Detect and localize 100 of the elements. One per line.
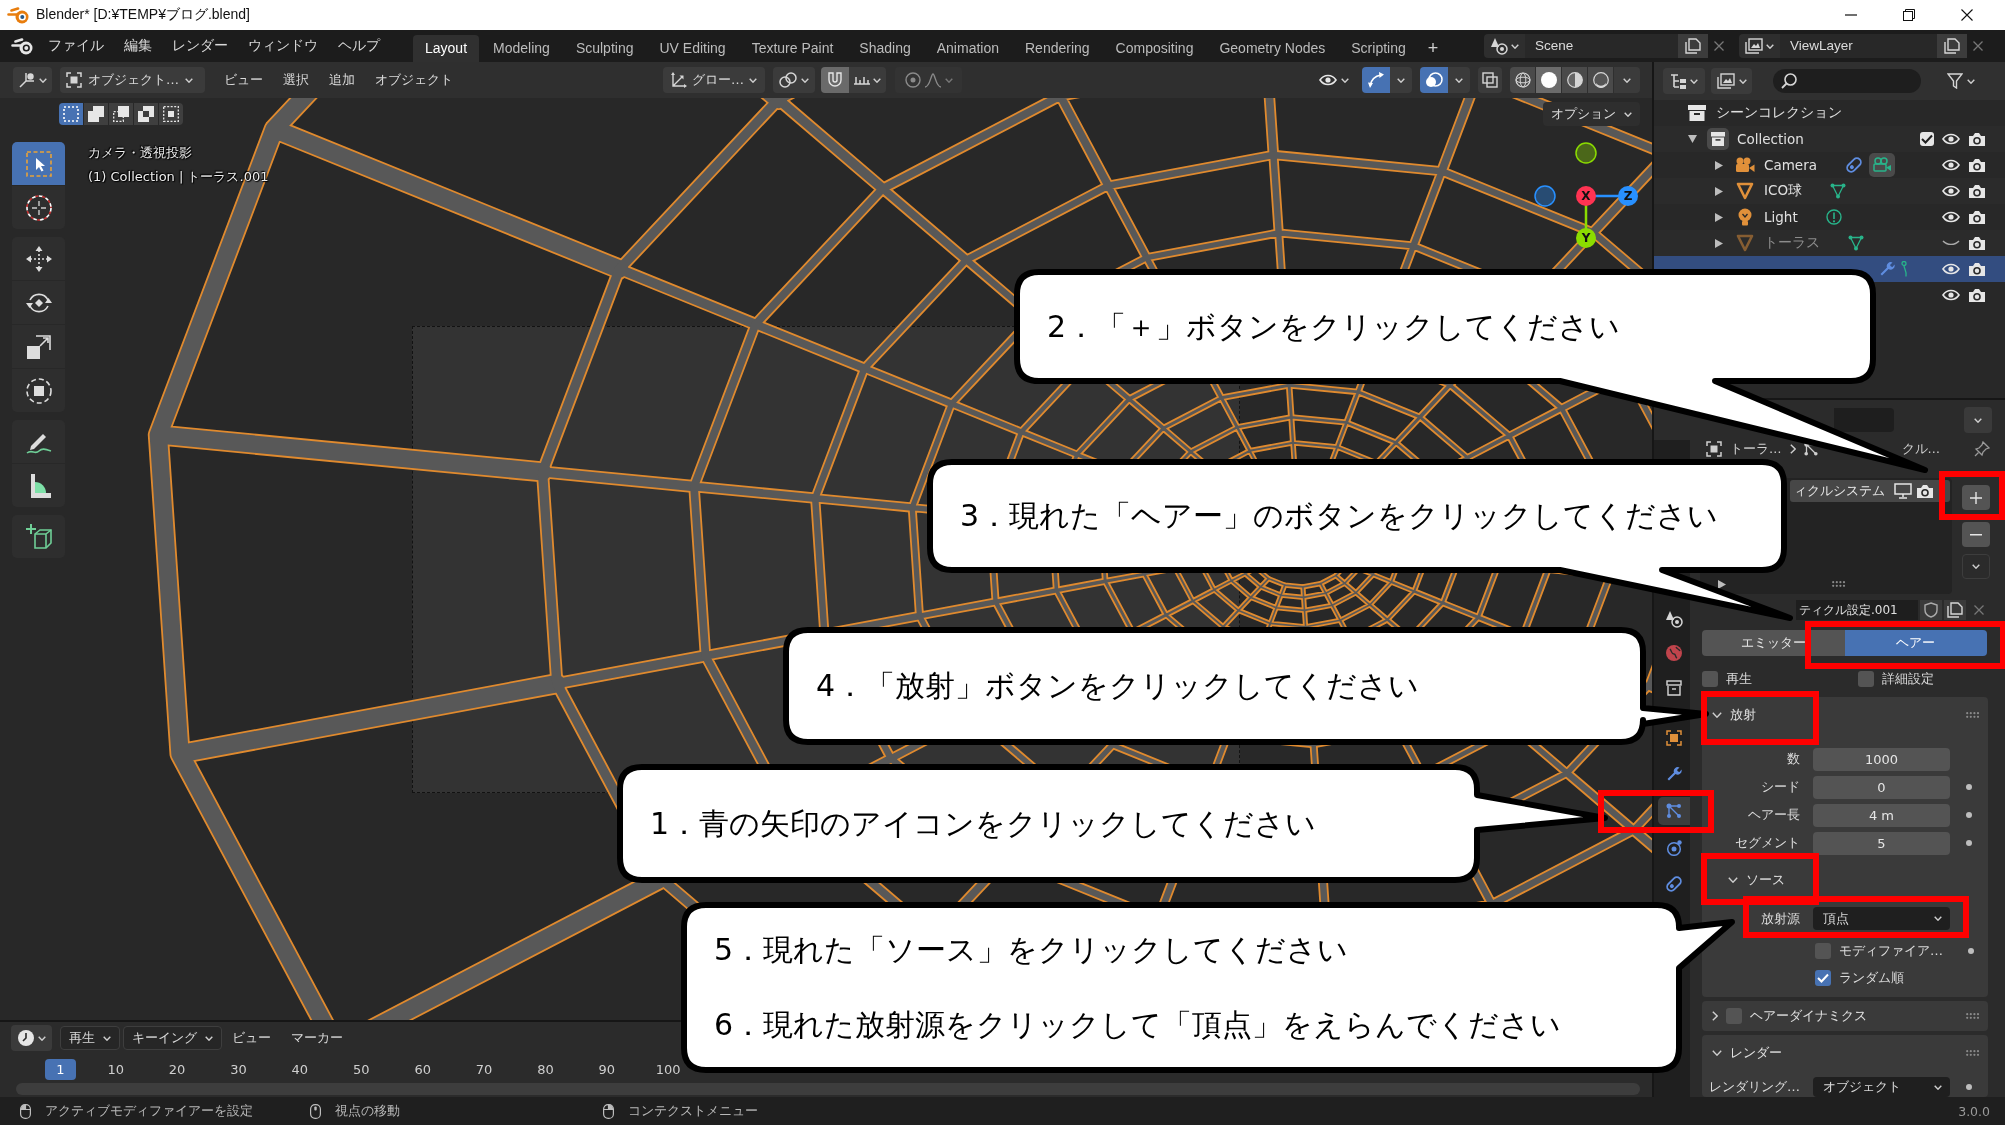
dropdown[interactable]: 頂点 xyxy=(1813,907,1950,930)
wrench-icon[interactable] xyxy=(1879,261,1895,277)
monitor-icon[interactable] xyxy=(1894,483,1912,499)
select-mode-button[interactable] xyxy=(109,103,133,125)
keyframe-dot-icon[interactable] xyxy=(1966,840,1972,846)
camera-icon[interactable] xyxy=(1968,209,1986,225)
checkbox[interactable] xyxy=(1858,671,1874,687)
tool-button[interactable] xyxy=(12,281,65,324)
restore-icon[interactable] xyxy=(1903,9,1915,21)
tool-button[interactable] xyxy=(12,369,65,412)
disclosure-triangle-icon[interactable] xyxy=(1715,238,1723,248)
settings-name-field[interactable]: ティクル設定.001 xyxy=(1796,600,1918,620)
mesh-vertices-icon[interactable] xyxy=(1848,235,1864,251)
workspace-tab[interactable]: Compositing xyxy=(1103,35,1206,62)
scene-browse-button[interactable] xyxy=(1484,34,1525,58)
workspace-tab[interactable]: UV Editing xyxy=(647,35,738,62)
checkbox[interactable] xyxy=(1815,969,1831,986)
tool-button[interactable] xyxy=(12,237,65,280)
camera-icon[interactable] xyxy=(1968,183,1986,199)
eye-icon[interactable] xyxy=(1942,185,1960,197)
grip-icon[interactable] xyxy=(1966,1050,1980,1056)
chevron-down-icon[interactable] xyxy=(1712,1050,1722,1056)
display-mode-dropdown[interactable] xyxy=(1663,68,1705,94)
axis-handle[interactable]: X xyxy=(1576,186,1596,206)
proportional-edit-toggle[interactable] xyxy=(895,67,962,93)
workspace-tab[interactable]: Animation xyxy=(924,35,1011,62)
checkbox[interactable] xyxy=(1920,132,1934,146)
camera-data-icon[interactable] xyxy=(1869,153,1895,177)
menu-item[interactable]: 選択 xyxy=(273,71,319,89)
chevron-right-icon[interactable] xyxy=(1712,1011,1718,1021)
disclosure-triangle-icon[interactable] xyxy=(1715,186,1723,196)
tool-button[interactable] xyxy=(12,515,65,558)
editor-type-button[interactable] xyxy=(13,67,52,93)
mesh-vertices-icon[interactable] xyxy=(1830,183,1847,199)
menu-item[interactable]: 追加 xyxy=(319,71,365,89)
tool-button[interactable] xyxy=(12,420,65,463)
shading-button[interactable] xyxy=(1536,67,1561,93)
camera-icon[interactable] xyxy=(1968,287,1986,303)
tool-button[interactable] xyxy=(12,142,65,185)
snap-target-dropdown[interactable] xyxy=(849,67,886,93)
disclosure-triangle-icon[interactable] xyxy=(1715,160,1723,170)
type-toggle[interactable]: エミッター xyxy=(1702,630,1845,656)
new-workspace-tab[interactable]: + xyxy=(1419,35,1447,62)
menu-item[interactable]: レンダー xyxy=(162,37,238,55)
select-mode-button[interactable] xyxy=(159,103,183,125)
camera-icon[interactable] xyxy=(1968,131,1986,147)
eye-icon[interactable] xyxy=(1942,211,1960,223)
pin-icon[interactable] xyxy=(1974,441,1990,457)
workspace-tab[interactable]: Sculpting xyxy=(563,35,646,62)
shading-button[interactable] xyxy=(1588,67,1613,93)
mode-dropdown[interactable]: オブジェクト… xyxy=(60,67,205,93)
xray-toggle[interactable] xyxy=(1478,67,1502,93)
checkbox[interactable] xyxy=(1726,1008,1742,1024)
shading-button[interactable] xyxy=(1562,67,1587,93)
menu-item[interactable]: 編集 xyxy=(114,37,162,55)
select-mode-button[interactable] xyxy=(84,103,108,125)
workspace-tab[interactable]: Texture Paint xyxy=(739,35,846,62)
gizmo-toggle[interactable] xyxy=(1362,67,1390,93)
search-field[interactable] xyxy=(1834,408,1894,432)
camera-icon[interactable] xyxy=(1916,483,1934,499)
grip-icon[interactable] xyxy=(1966,1013,1980,1019)
axis-handle[interactable] xyxy=(1534,185,1556,207)
menu-item[interactable]: ビュー xyxy=(214,71,273,89)
workspace-tab[interactable]: Modeling xyxy=(481,35,562,62)
search-field[interactable] xyxy=(1773,69,1921,93)
menu-item[interactable]: ヘルプ xyxy=(328,37,390,55)
view-layer-browse-button[interactable] xyxy=(1739,34,1780,58)
menu-item[interactable]: ファイル xyxy=(38,37,114,55)
dropdown[interactable]: オブジェクト xyxy=(1813,1077,1950,1097)
list-row[interactable]: ィクルシステム xyxy=(1790,480,1950,502)
dropdown[interactable]: キーイング xyxy=(123,1026,222,1050)
editor-type-button[interactable] xyxy=(11,1025,52,1051)
panel-title[interactable]: レンダー xyxy=(1730,1044,1782,1062)
camera-icon[interactable] xyxy=(1968,261,1986,277)
shading-button[interactable] xyxy=(1510,67,1535,93)
workspace-tab[interactable]: Layout xyxy=(413,35,480,62)
checkbox[interactable] xyxy=(1702,671,1718,687)
disclosure-triangle-icon[interactable] xyxy=(1715,212,1723,222)
shading-menu-button[interactable] xyxy=(1614,67,1640,93)
menu-item[interactable]: オブジェクト xyxy=(365,71,463,89)
overlay-toggle[interactable] xyxy=(1420,67,1448,93)
checkbox[interactable] xyxy=(1815,942,1831,959)
keyframe-dot-icon[interactable] xyxy=(1966,812,1972,818)
view-layer-dropdown[interactable] xyxy=(1711,68,1752,94)
workspace-tab[interactable]: Rendering xyxy=(1013,35,1102,62)
add-button[interactable] xyxy=(1962,485,1990,510)
keyframe-dot-icon[interactable] xyxy=(1968,947,1974,954)
workspace-tab[interactable]: Scripting xyxy=(1339,35,1418,62)
number-field[interactable]: 4 m xyxy=(1813,803,1950,827)
scene-name-field[interactable]: Scene xyxy=(1525,34,1678,58)
menu-button[interactable] xyxy=(1962,554,1990,579)
eye-icon[interactable] xyxy=(1942,263,1960,275)
current-frame-indicator[interactable]: 1 xyxy=(45,1058,76,1080)
menu-item[interactable]: ビュー xyxy=(222,1029,281,1047)
duplicate-button[interactable] xyxy=(1937,34,1967,58)
breadcrumb-item[interactable]: トーラ… xyxy=(1730,440,1782,458)
eye-icon[interactable] xyxy=(1942,133,1960,145)
duplicate-button[interactable] xyxy=(1944,600,1966,620)
camera-icon[interactable] xyxy=(1968,235,1986,251)
closed-eye-icon[interactable] xyxy=(1942,240,1960,246)
